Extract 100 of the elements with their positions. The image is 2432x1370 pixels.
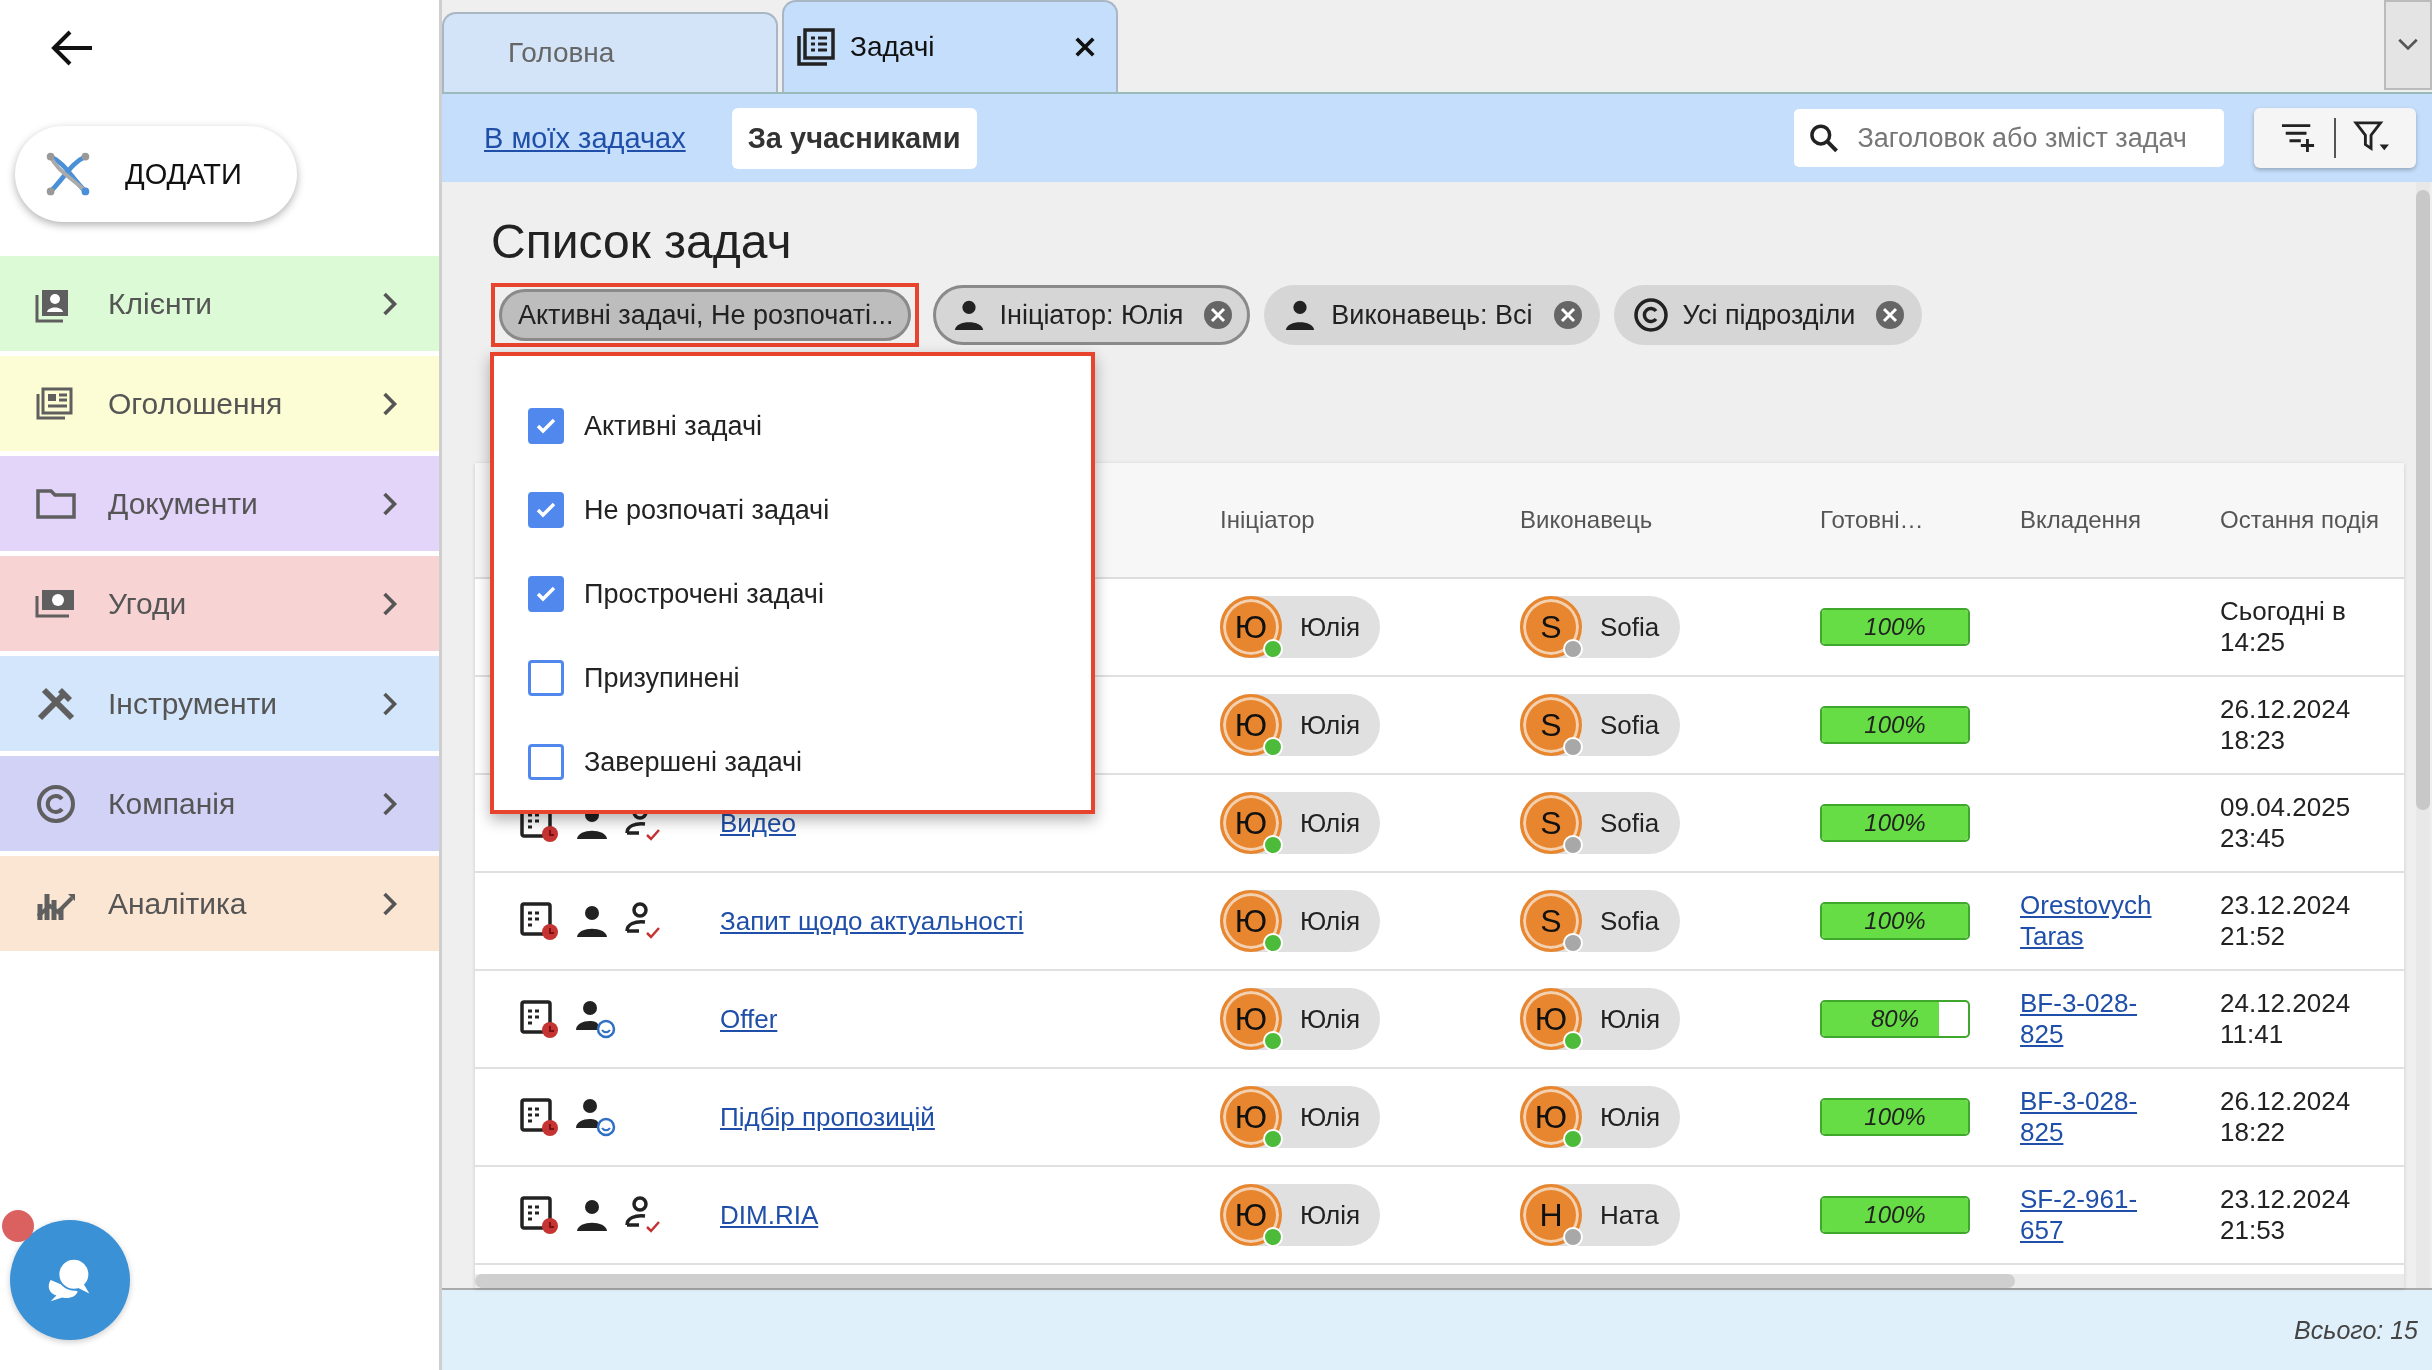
avatar: Ю — [1520, 1086, 1582, 1148]
scrollbar-thumb[interactable] — [2416, 190, 2430, 810]
column-header[interactable]: Вкладення — [2020, 506, 2141, 533]
person-icon — [574, 903, 610, 939]
user-chip[interactable]: S Sofia — [1520, 890, 1680, 952]
option-label: Завершені задачі — [584, 746, 803, 778]
checkbox[interactable] — [528, 660, 564, 696]
table-row[interactable]: DIM.RIA Ю Юлія Н Ната 100% SF-2-961-657 23.12.2024 21:53 — [475, 1167, 2404, 1265]
tab[interactable]: Головна — [442, 12, 778, 92]
checkbox[interactable] — [528, 744, 564, 780]
sidebar-item[interactable]: Аналітика — [0, 856, 439, 951]
task-link[interactable]: Offer — [720, 1003, 778, 1035]
avatar: Ю — [1520, 988, 1582, 1050]
chevron-right-icon — [381, 590, 399, 617]
avatar: Ю — [1220, 792, 1282, 854]
sidebar-label: Клієнти — [108, 286, 214, 321]
avatar: Ю — [1220, 596, 1282, 658]
chevron-right-icon — [381, 690, 399, 717]
filter-chip[interactable]: Усі підрозділи — [1613, 285, 1923, 345]
scrollbar-thumb[interactable] — [475, 1274, 2015, 1288]
tab-label: Задачі — [850, 31, 935, 63]
user-chip[interactable]: Ю Юлія — [1220, 1184, 1380, 1246]
progress-text: 100% — [1863, 710, 1927, 740]
clear-icon[interactable] — [1875, 300, 1906, 330]
column-header[interactable]: Готовні… — [1820, 506, 1924, 533]
chevron-right-icon — [381, 790, 399, 817]
option-label: Активні задачі — [584, 410, 762, 442]
user-chip[interactable]: Ю Юлія — [1220, 1086, 1380, 1148]
avatar: S — [1520, 890, 1582, 952]
chat-button[interactable] — [10, 1220, 130, 1340]
avatar: Ю — [1220, 1086, 1282, 1148]
sidebar-item[interactable]: Документи — [0, 456, 439, 551]
person-icon — [574, 1197, 610, 1233]
attachment-link[interactable]: SF-2-961-657 — [2020, 1184, 2150, 1246]
user-chip[interactable]: Ю Юлія — [1520, 988, 1680, 1050]
view-tab[interactable]: В моїх задачах — [468, 107, 702, 169]
menu-option[interactable]: Активні задачі — [528, 384, 1091, 468]
chevron-right-icon — [381, 490, 399, 517]
checkbox[interactable] — [528, 492, 564, 528]
user-name: Юлія — [1300, 709, 1361, 741]
task-link[interactable]: Запит щодо актуальності — [720, 905, 1024, 937]
clear-icon[interactable] — [1552, 300, 1583, 330]
clear-icon[interactable] — [1203, 300, 1234, 330]
last-event: Сьогодні в 14:25 — [2220, 595, 2347, 659]
user-chip[interactable]: Ю Юлія — [1220, 792, 1380, 854]
last-event: 24.12.2024 11:41 — [2220, 987, 2352, 1051]
sidebar-item[interactable]: Інструменти — [0, 656, 439, 751]
user-chip[interactable]: Ю Юлія — [1220, 694, 1380, 756]
copyright-icon — [1632, 297, 1669, 333]
column-header[interactable]: Остання подія — [2220, 506, 2380, 533]
close-icon[interactable] — [1074, 36, 1096, 58]
progress-text: 100% — [1863, 906, 1927, 936]
user-chip[interactable]: Ю Юлія — [1520, 1086, 1680, 1148]
attachment-link[interactable]: BF-3-028-825 — [2020, 1086, 2150, 1148]
chevron-down-icon — [2397, 38, 2419, 52]
attachment-link[interactable]: Orestovych Taras — [2020, 890, 2150, 952]
last-event: 26.12.2024 18:23 — [2220, 693, 2352, 757]
avatar: S — [1520, 596, 1582, 658]
checkbox[interactable] — [528, 408, 564, 444]
sidebar-item[interactable]: Компанія — [0, 756, 439, 851]
checkbox[interactable] — [528, 576, 564, 612]
user-chip[interactable]: Ю Юлія — [1220, 890, 1380, 952]
sidebar-item[interactable]: Клієнти — [0, 256, 439, 351]
menu-option[interactable]: Не розпочаті задачі — [528, 468, 1091, 552]
sidebar-item[interactable]: Угоди — [0, 556, 439, 651]
last-event: 23.12.2024 21:52 — [2220, 889, 2352, 953]
add-button[interactable]: ДОДАТИ — [15, 126, 297, 222]
last-event: 23.12.2024 21:53 — [2220, 1183, 2352, 1247]
filter-chip[interactable]: Виконавець: Всі — [1264, 285, 1600, 345]
person-smile-icon — [574, 1097, 618, 1137]
search-field[interactable]: Заголовок або зміст задач — [1794, 109, 2224, 167]
sidebar-item[interactable]: Оголошення — [0, 356, 439, 451]
table-row[interactable]: Підбір пропозицій Ю Юлія Ю Юлія 100% BF-3-028-825 26.12.2024 18:22 — [475, 1069, 2404, 1167]
task-link[interactable]: Підбір пропозицій — [720, 1101, 935, 1133]
user-chip[interactable]: S Sofia — [1520, 694, 1680, 756]
user-name: Sofia — [1600, 611, 1660, 643]
table-row[interactable]: Offer Ю Юлія Ю Юлія 80% BF-3-028-825 24.12.2024 11:41 — [475, 971, 2404, 1069]
attachment-link[interactable]: BF-3-028-825 — [2020, 988, 2150, 1050]
filter-chip[interactable]: Ініціатор: Юлія — [932, 285, 1251, 345]
user-name: Юлія — [1300, 1101, 1361, 1133]
view-tab[interactable]: За учасниками — [731, 107, 977, 169]
calendar-alert-icon — [520, 901, 560, 941]
user-name: Sofia — [1600, 905, 1660, 937]
user-chip[interactable]: S Sofia — [1520, 596, 1680, 658]
sidebar-label: Угоди — [108, 586, 188, 621]
table-row[interactable]: Запит щодо актуальності Ю Юлія S Sofia 100% Orestovych Taras 23.12.2024 21:52 — [475, 873, 2404, 971]
column-header[interactable]: Ініціатор — [1220, 506, 1315, 533]
user-chip[interactable]: Ю Юлія — [1220, 988, 1380, 1050]
user-chip[interactable]: S Sofia — [1520, 792, 1680, 854]
user-chip[interactable]: Ю Юлія — [1220, 596, 1380, 658]
calendar-alert-icon — [520, 999, 560, 1039]
tab[interactable]: Задачі — [782, 0, 1118, 92]
column-header[interactable]: Виконавець — [1520, 506, 1653, 533]
calendar-alert-icon — [520, 1097, 560, 1137]
user-chip[interactable]: Н Ната — [1520, 1184, 1680, 1246]
progress-text: 100% — [1863, 1102, 1927, 1132]
filter-chip[interactable]: Активні задачі, Не розпочаті... — [499, 289, 911, 341]
avatar: Ю — [1220, 694, 1282, 756]
task-link[interactable]: DIM.RIA — [720, 1199, 819, 1231]
progress-text: 100% — [1863, 808, 1927, 838]
